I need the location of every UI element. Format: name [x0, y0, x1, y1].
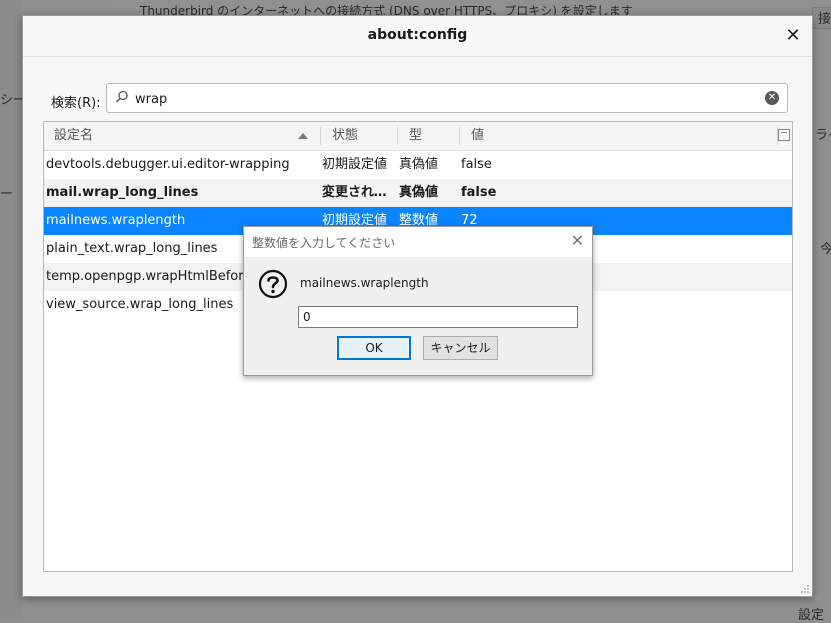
dialog-title: 整数値を入力してください	[252, 236, 396, 250]
resize-grip-icon[interactable]	[800, 584, 810, 594]
pref-type: 真偽値	[399, 185, 439, 200]
column-divider[interactable]	[459, 127, 460, 145]
search-icon	[115, 90, 128, 103]
table-row[interactable]: devtools.debugger.ui.editor-wrapping 初期設…	[44, 151, 792, 179]
background-right-text: 設定	[798, 608, 825, 623]
pref-name: devtools.debugger.ui.editor-wrapping	[46, 157, 290, 172]
table-header: 設定名 状態 型 値	[44, 122, 792, 151]
search-input[interactable]	[133, 88, 757, 110]
sort-ascending-icon	[298, 133, 308, 139]
window-title: about:config	[367, 27, 468, 43]
pref-status: 初期設定値	[322, 157, 388, 172]
column-header-status[interactable]: 状態	[322, 122, 397, 150]
cancel-button[interactable]: キャンセル	[423, 336, 498, 360]
column-picker-icon[interactable]	[778, 129, 790, 141]
column-divider[interactable]	[320, 127, 321, 145]
pref-value: false	[461, 185, 497, 200]
background-right-text: 接	[818, 12, 831, 27]
ok-button[interactable]: OK	[337, 336, 411, 360]
clear-search-icon[interactable]: ✕	[765, 91, 779, 105]
window-titlebar: about:config ✕	[23, 16, 812, 57]
column-divider[interactable]	[397, 127, 398, 145]
dialog-close-icon[interactable]: ✕	[571, 231, 584, 250]
integer-value-input[interactable]	[298, 306, 578, 328]
pref-status: 変更されています	[322, 185, 396, 200]
integer-prompt-dialog: 整数値を入力してください ✕ mailnews.wraplength OK キャ…	[243, 226, 593, 376]
background-right-text: ライ	[815, 128, 831, 143]
background-left-text: ー	[0, 187, 14, 202]
pref-value: false	[461, 157, 492, 172]
background-right-text: 今	[820, 242, 831, 257]
question-icon	[258, 269, 288, 299]
column-header-name[interactable]: 設定名	[44, 122, 320, 150]
close-icon[interactable]: ✕	[782, 25, 804, 47]
search-box[interactable]: ✕	[106, 83, 788, 113]
column-header-value[interactable]: 値	[461, 122, 761, 150]
pref-type: 真偽値	[399, 157, 439, 172]
table-row[interactable]: mail.wrap_long_lines 変更されています 真偽値 false	[44, 179, 792, 207]
search-label: 検索(R):	[51, 96, 101, 111]
dialog-message: mailnews.wraplength	[300, 276, 429, 290]
dialog-titlebar: 整数値を入力してください ✕	[244, 227, 592, 257]
pref-name: mail.wrap_long_lines	[46, 185, 199, 200]
column-header-type[interactable]: 型	[399, 122, 459, 150]
